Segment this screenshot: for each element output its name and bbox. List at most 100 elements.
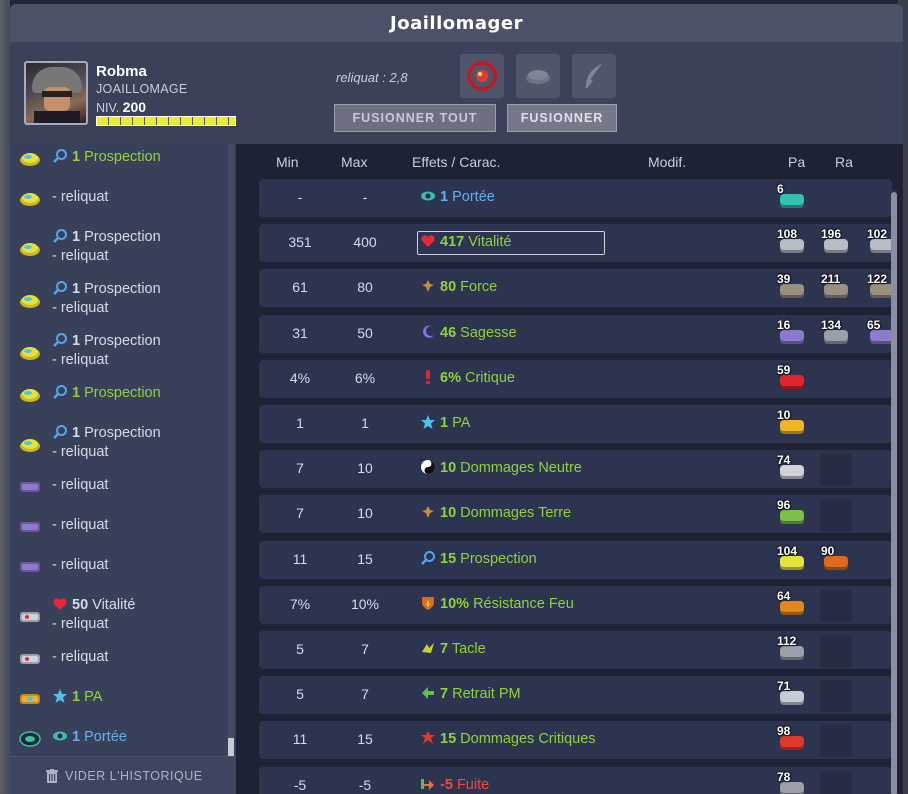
row-effect-name: Vitalité — [468, 234, 512, 251]
rune-count: 78 — [777, 769, 791, 784]
rune-stack[interactable]: 64 — [777, 588, 807, 619]
rune-slot-empty[interactable] — [820, 680, 852, 713]
rune-stack[interactable]: 74 — [777, 453, 807, 483]
history-effect: 1 Prospection — [52, 280, 161, 299]
retrait-pm-icon — [420, 685, 436, 701]
effect-row[interactable]: 577 Retrait PM 71 — [259, 676, 892, 715]
rune-stack[interactable]: 104 — [777, 543, 807, 574]
row-effect-value: 417 — [440, 234, 465, 251]
col-ra: Ra — [835, 154, 853, 170]
rune-count: 64 — [777, 588, 791, 603]
row-effect-name: Fuite — [456, 776, 490, 793]
rune-count: 39 — [777, 272, 791, 287]
clear-history-button[interactable]: VIDER L'HISTORIQUE — [10, 756, 236, 794]
trash-icon — [46, 769, 58, 783]
title-bar[interactable]: Joaillomager — [10, 4, 903, 42]
row-effect-value: 7 — [440, 686, 449, 703]
history-reliquat: - reliquat — [52, 517, 109, 533]
rune-slot-empty[interactable] — [820, 770, 852, 794]
amulet-icon — [467, 61, 497, 91]
effect-row[interactable]: 11 15 15 Prospection 104 90 — [259, 540, 892, 579]
rune-slot-empty[interactable] — [820, 589, 852, 622]
fuse-all-button[interactable]: FUSIONNER TOUT — [334, 104, 496, 132]
rune-stack[interactable]: 112 — [777, 634, 807, 664]
history-item-text: 1 Prospection — [52, 384, 161, 403]
rune-stack[interactable]: 6 — [777, 182, 807, 212]
magnifier-icon — [52, 424, 68, 440]
pa-rune-icon — [18, 688, 42, 708]
effect-row[interactable]: 111 PA 10 — [259, 405, 892, 443]
rune-slot-empty[interactable] — [820, 454, 852, 487]
rune-stack[interactable]: 134 — [821, 318, 851, 348]
history-effect: 1 Prospection — [52, 332, 161, 351]
rune-stack[interactable]: 211 — [821, 272, 851, 302]
rune-stack[interactable]: 71 — [777, 679, 807, 709]
rune-stack[interactable]: 39 — [777, 272, 807, 302]
history-scrollbar[interactable] — [228, 144, 234, 756]
magnifier-icon — [52, 332, 68, 348]
rune-stack[interactable]: 108 — [777, 227, 807, 257]
history-item-text: - reliquat — [52, 516, 108, 535]
effect-row[interactable]: 61 80 80 Force 39 211 122 — [259, 269, 894, 308]
rune-stack[interactable]: 59 — [777, 363, 807, 393]
rune-stack[interactable]: 196 — [821, 227, 851, 257]
history-effect-name: PA — [84, 689, 103, 705]
fuse-button[interactable]: FUSIONNER — [507, 104, 617, 132]
player-name: Robma — [96, 63, 147, 80]
rune-count: 65 — [867, 317, 881, 332]
effect-row[interactable]: - - 1 Portée 6 — [259, 179, 892, 217]
history-effect-value: 1 — [72, 281, 81, 297]
potion-slot[interactable] — [572, 54, 616, 98]
row-effect: 1 Portée — [420, 188, 495, 205]
history-reliquat: - reliquat — [52, 649, 109, 665]
effect-row[interactable]: 7% 10% 10% Résistance Feu 64 — [259, 585, 892, 624]
fire-shield-icon — [420, 595, 436, 611]
effect-row[interactable]: 4% 6% 6% Critique 59 — [259, 359, 892, 398]
rune-slot-empty[interactable] — [820, 499, 852, 532]
rune-placeholder-icon — [526, 70, 550, 84]
item-slot[interactable] — [460, 54, 504, 98]
row-effect-value: 10 — [440, 505, 457, 522]
rune-slot[interactable] — [516, 54, 560, 98]
history-effect-name: Prospection — [84, 149, 161, 165]
history-scrollbar-thumb[interactable] — [228, 738, 234, 756]
history-effect-name: Prospection — [84, 333, 161, 349]
row-max: 6% — [354, 369, 376, 386]
rune-slot-empty[interactable] — [820, 725, 852, 758]
rune-stack[interactable]: 10 — [777, 408, 807, 438]
row-effect: 80 Force — [420, 278, 497, 295]
row-effect: 7 Tacle — [420, 640, 486, 657]
rune-stack[interactable]: 78 — [777, 769, 807, 794]
history-item-text: 1 Prospection - reliquat — [52, 228, 161, 266]
yin-yang-icon — [420, 459, 436, 475]
row-effect: 10% Résistance Feu — [420, 595, 574, 612]
effects-scrollbar-thumb[interactable] — [891, 192, 897, 794]
rune-slot-empty[interactable] — [820, 635, 852, 667]
row-max: 15 — [357, 731, 373, 748]
row-max: 80 — [357, 279, 373, 296]
row-effect: 15 Prospection — [420, 550, 537, 567]
rune-count: 104 — [777, 543, 798, 558]
rune-stack[interactable]: 96 — [777, 498, 807, 528]
effect-row[interactable]: 7 10 10 Dommages Neutre 74 — [259, 450, 892, 489]
player-avatar — [24, 61, 88, 125]
rune-stack[interactable]: 90 — [821, 544, 851, 574]
effect-row[interactable]: 351 400 417 Vitalité 108 196 102 — [259, 224, 894, 263]
row-min: - — [297, 189, 303, 205]
effect-row[interactable]: 31 50 46 Sagesse 16 134 65 — [259, 314, 894, 353]
prospection-rune-icon — [18, 188, 42, 208]
row-effect-name: Retrait PM — [452, 686, 521, 703]
effects-scrollbar[interactable] — [891, 190, 897, 794]
row-max: 15 — [357, 550, 373, 567]
history-item-text: 1 Prospection - reliquat — [52, 332, 161, 370]
rune-count: 74 — [777, 453, 791, 468]
effect-row[interactable]: -5 -5 -5 Fuite 78 — [259, 766, 892, 794]
row-min: 4% — [289, 369, 311, 386]
rune-stack[interactable]: 98 — [777, 724, 807, 754]
effect-row[interactable]: 7 10 10 Dommages Terre 96 — [259, 495, 892, 534]
effect-row[interactable]: 577 Tacle 112 — [259, 631, 892, 669]
history-item-text: 1 Prospection - reliquat — [52, 424, 161, 462]
effect-row[interactable]: 11 15 15 Dommages Critiques 98 — [259, 721, 892, 760]
rune-stack[interactable]: 16 — [777, 318, 807, 348]
history-panel: 1 Prospection - reliquat 1 Prospection - re… — [10, 144, 236, 794]
